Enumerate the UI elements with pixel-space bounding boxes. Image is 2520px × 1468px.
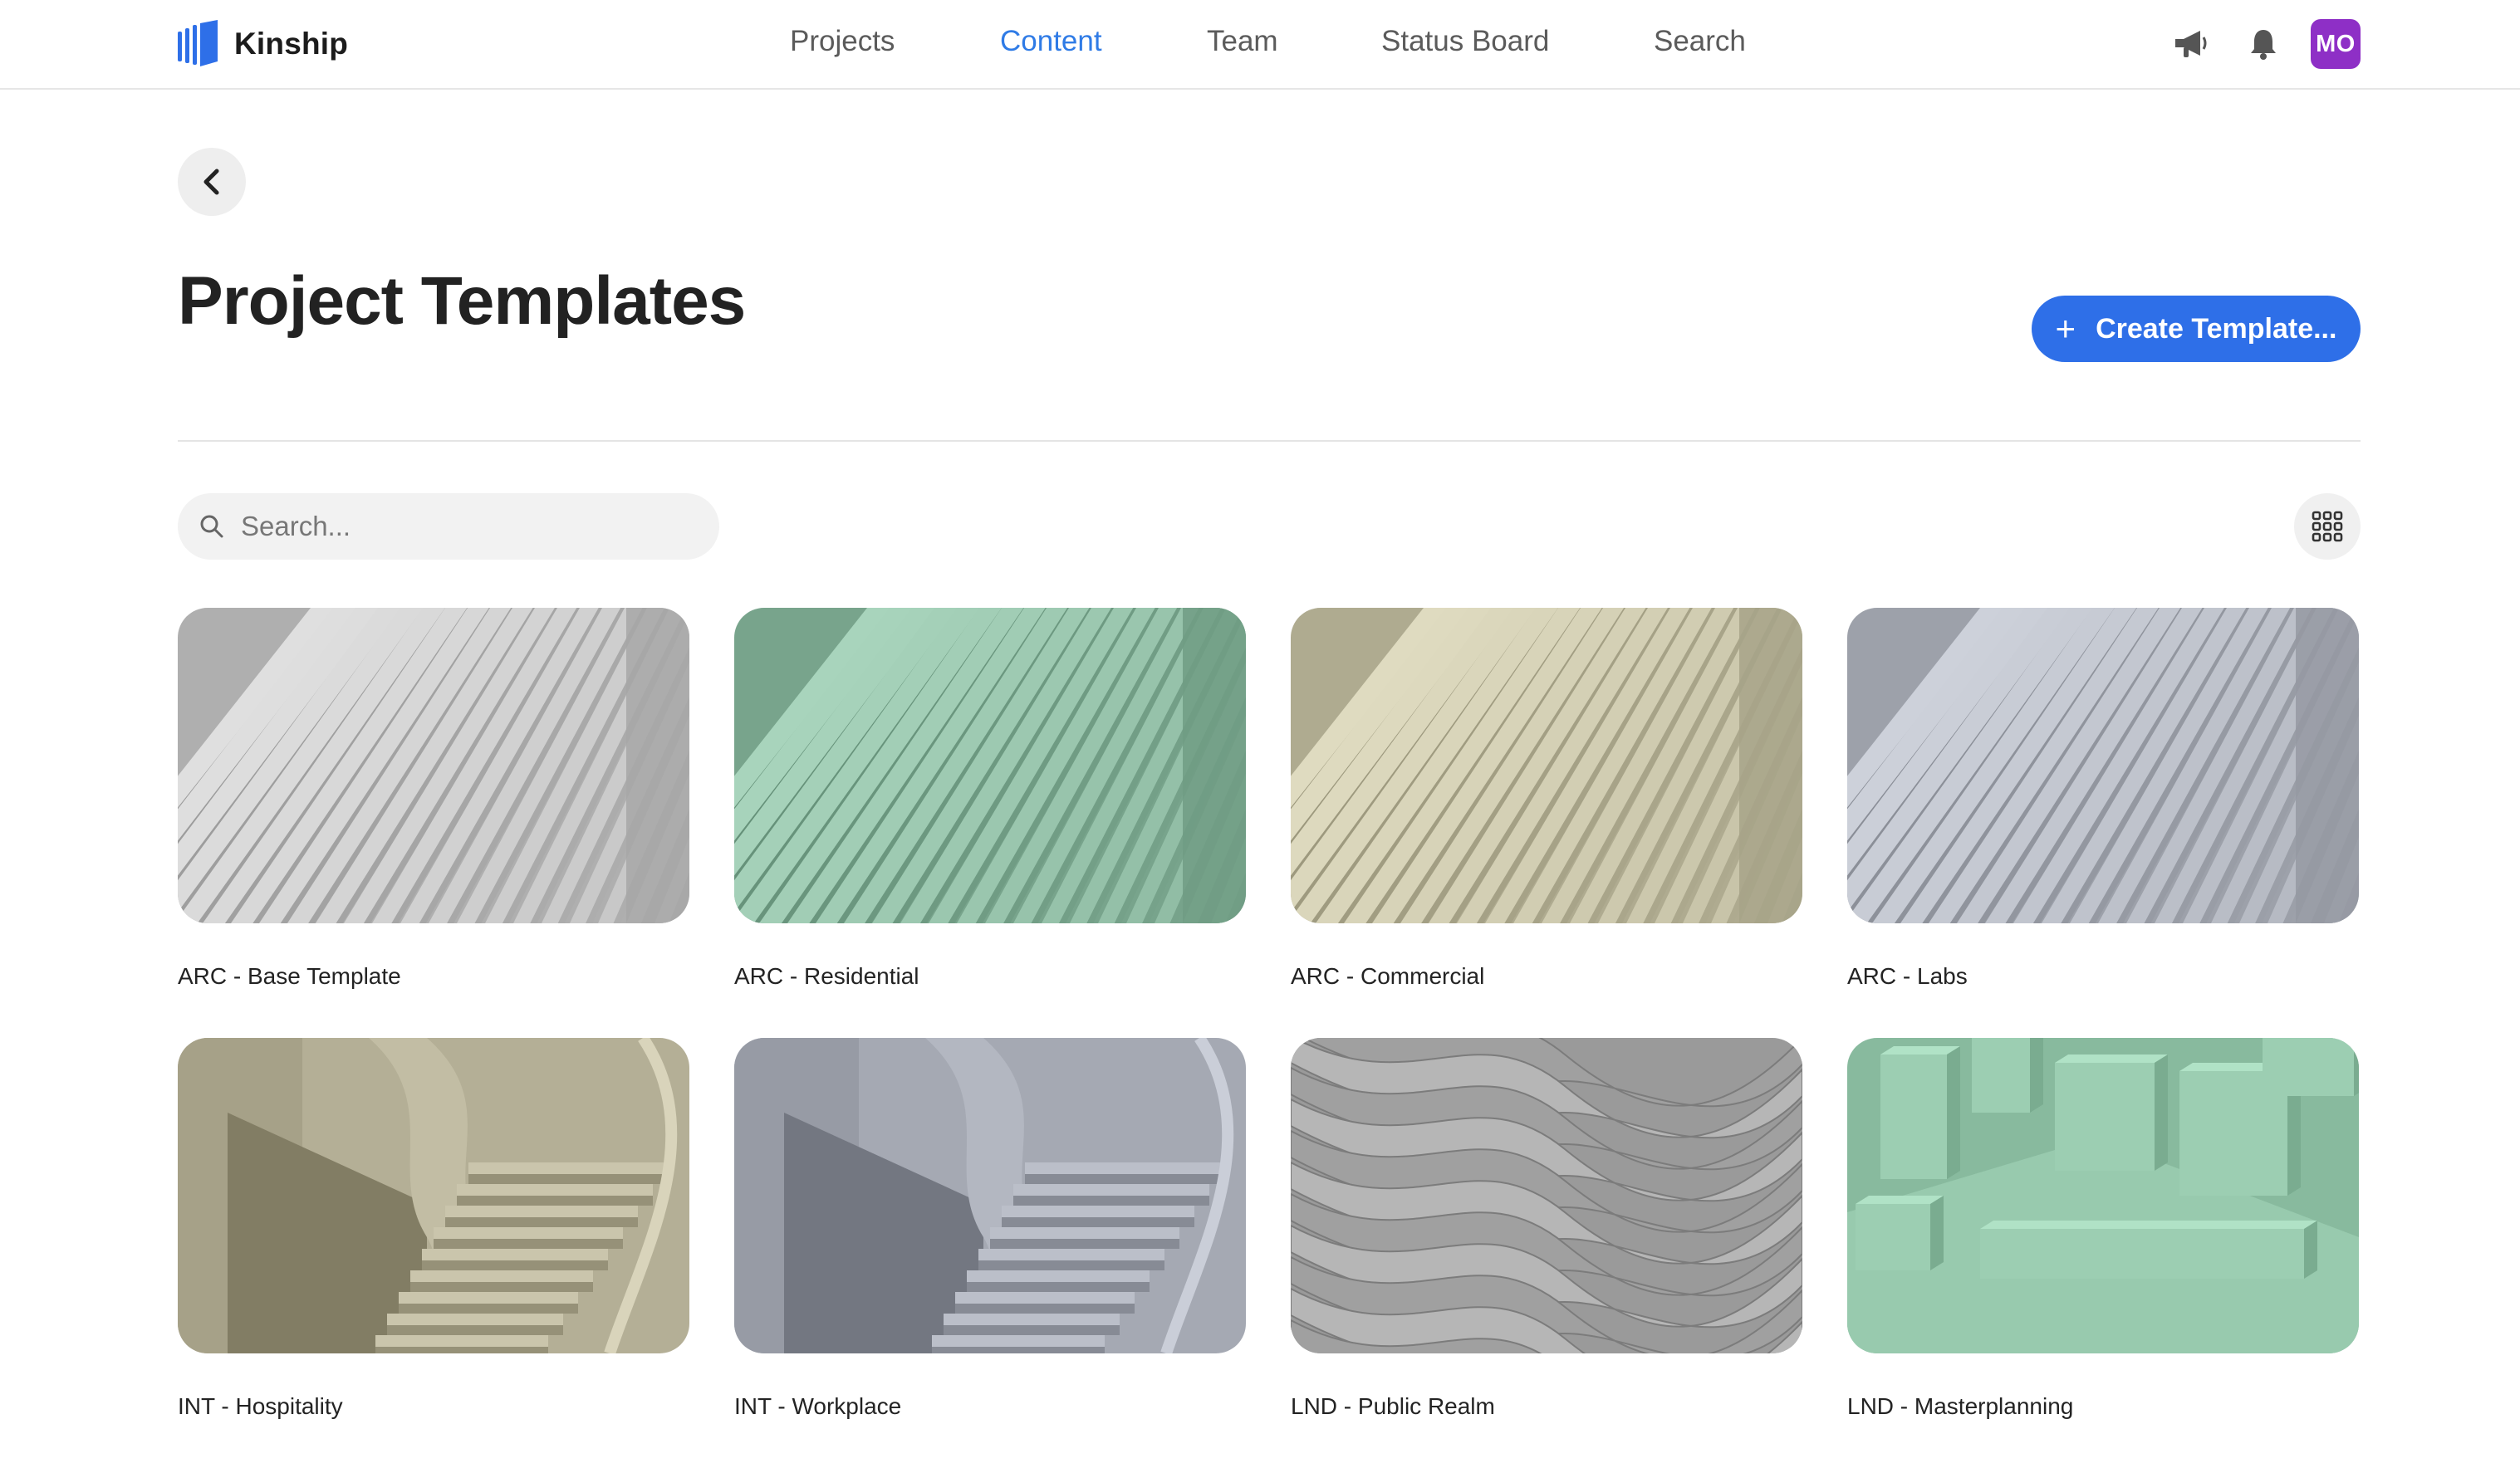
template-card[interactable]: ARC - Base Template [178, 608, 689, 990]
grid-view-toggle[interactable] [2294, 493, 2361, 560]
nav-item-content[interactable]: Content [1000, 25, 1102, 58]
nav-item-team[interactable]: Team [1207, 25, 1278, 58]
template-label[interactable]: ARC - Commercial [1291, 963, 1802, 990]
page-title: Project Templates [178, 263, 746, 339]
template-thumbnail[interactable] [734, 608, 1246, 923]
template-card[interactable]: ARC - Labs [1847, 608, 2359, 990]
template-thumbnail-image [1291, 608, 1802, 923]
template-card[interactable]: ARC - Commercial [1291, 608, 1802, 990]
grid-view-icon [2312, 511, 2343, 542]
template-thumbnail-image [734, 608, 1246, 923]
template-thumbnail-image [1847, 1038, 2359, 1353]
chevron-left-icon [203, 169, 219, 195]
nav-item-search[interactable]: Search [1654, 25, 1746, 58]
search-icon [198, 512, 226, 541]
template-label[interactable]: INT - Workplace [734, 1393, 1246, 1420]
nav-actions: MO [2143, 18, 2361, 70]
back-button[interactable] [178, 148, 246, 216]
template-thumbnail[interactable] [178, 1038, 689, 1353]
template-card[interactable]: LND - Masterplanning [1847, 1038, 2359, 1420]
template-label[interactable]: ARC - Residential [734, 963, 1246, 990]
create-template-button[interactable]: + Create Template... [2032, 296, 2361, 362]
template-thumbnail[interactable] [178, 608, 689, 923]
header-divider [178, 440, 2361, 442]
template-thumbnail-image [178, 608, 689, 923]
template-thumbnail[interactable] [1847, 1038, 2359, 1353]
template-label[interactable]: LND - Masterplanning [1847, 1393, 2359, 1420]
nav-item-status-board[interactable]: Status Board [1381, 25, 1549, 58]
template-card[interactable]: ARC - Residential [734, 608, 1246, 990]
megaphone-icon[interactable] [2165, 18, 2216, 70]
nav-item-projects[interactable]: Projects [790, 25, 895, 58]
template-card[interactable]: INT - Workplace [734, 1038, 1246, 1420]
template-thumbnail[interactable] [1291, 1038, 1802, 1353]
template-card[interactable]: INT - Hospitality [178, 1038, 689, 1420]
template-thumbnail-image [1291, 1038, 1802, 1353]
user-avatar[interactable]: MO [2311, 19, 2361, 69]
top-navigation-bar: Kinship Projects Content Team Status Boa… [0, 0, 2520, 90]
template-thumbnail-image [1847, 608, 2359, 923]
template-card[interactable]: LND - Public Realm [1291, 1038, 1802, 1420]
template-label[interactable]: ARC - Labs [1847, 963, 2359, 990]
plus-icon: + [2055, 309, 2076, 348]
main-nav: Projects Content Team Status Board Searc… [0, 0, 2520, 90]
bell-icon[interactable] [2238, 18, 2289, 70]
template-label[interactable]: INT - Hospitality [178, 1393, 689, 1420]
template-thumbnail-image [734, 1038, 1246, 1353]
template-thumbnail-image [178, 1038, 689, 1353]
search-input[interactable] [241, 511, 706, 542]
template-label[interactable]: ARC - Base Template [178, 963, 689, 990]
search-box[interactable] [178, 493, 719, 560]
template-thumbnail[interactable] [1291, 608, 1802, 923]
template-thumbnail[interactable] [1847, 608, 2359, 923]
create-template-label: Create Template... [2096, 312, 2337, 345]
template-thumbnail[interactable] [734, 1038, 1246, 1353]
template-label[interactable]: LND - Public Realm [1291, 1393, 1802, 1420]
